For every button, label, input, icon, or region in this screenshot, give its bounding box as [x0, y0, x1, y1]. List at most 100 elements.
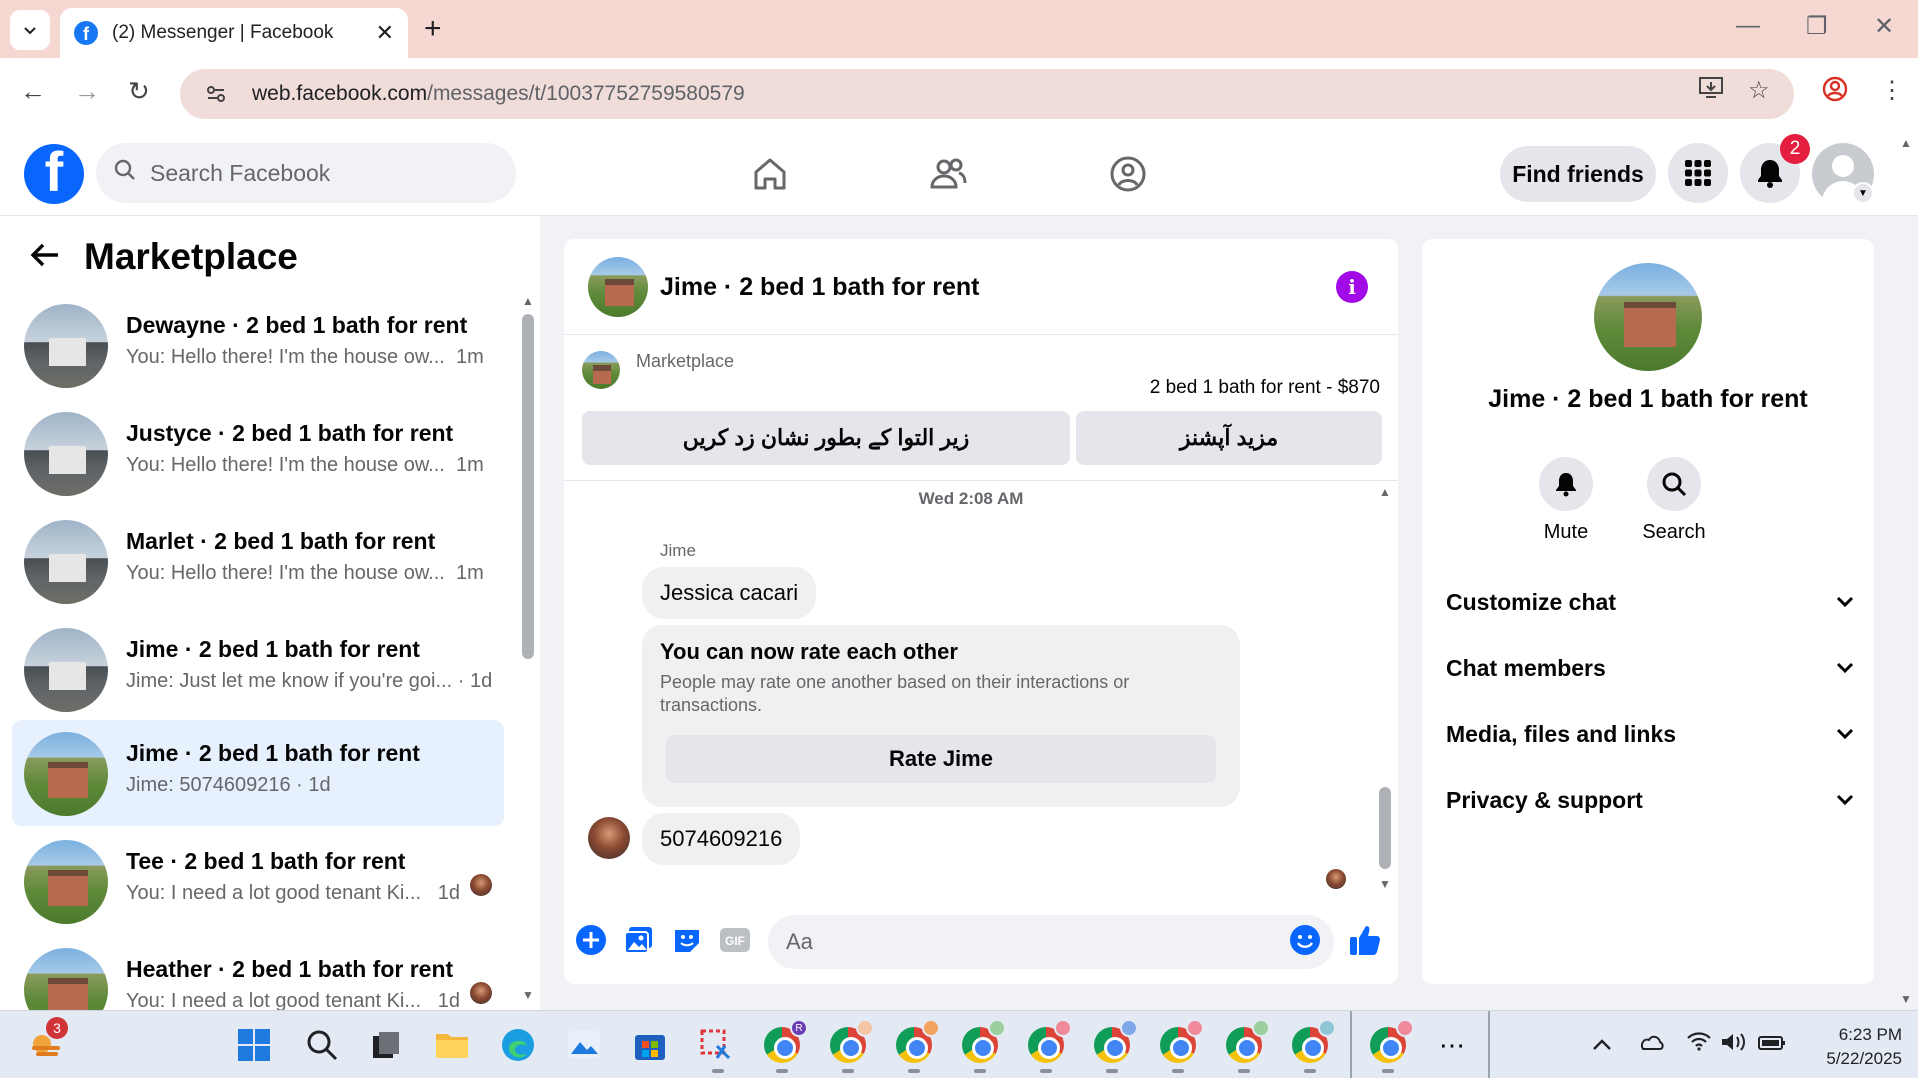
emoji-icon[interactable] [1288, 923, 1322, 957]
minimize-icon[interactable]: — [1736, 12, 1760, 40]
more-apps-icon[interactable]: ⋯ [1432, 1025, 1472, 1065]
bookmark-star-icon[interactable]: ☆ [1748, 76, 1770, 105]
site-settings-icon[interactable] [204, 82, 228, 106]
back-icon[interactable]: ← [20, 76, 46, 107]
store-icon[interactable] [630, 1025, 670, 1065]
onedrive-icon[interactable] [1636, 1031, 1664, 1057]
page-scroll-down-icon[interactable]: ▼ [1900, 992, 1912, 1006]
menu-grid-button[interactable] [1668, 143, 1728, 203]
volume-icon[interactable] [1720, 1031, 1748, 1059]
search-icon[interactable] [302, 1025, 342, 1065]
marketplace-listing-bar: Marketplace 2 bed 1 bath for rent - $870… [564, 335, 1398, 481]
account-chevron-icon[interactable]: ▼ [1852, 182, 1874, 204]
reload-icon[interactable]: ↻ [128, 76, 150, 107]
restore-icon[interactable]: ❐ [1806, 12, 1828, 41]
conversation-item[interactable]: Jime · 2 bed 1 bath for rent Jime: Just … [12, 616, 504, 722]
message-input[interactable]: Aa [768, 915, 1334, 969]
forward-icon[interactable]: → [74, 76, 100, 107]
list-scrollbar[interactable] [522, 314, 534, 659]
thumbs-up-icon[interactable] [1348, 923, 1382, 957]
wifi-icon[interactable] [1686, 1031, 1712, 1057]
chat-scrollbar[interactable] [1379, 787, 1391, 869]
scroll-down-icon[interactable]: ▼ [522, 988, 534, 1002]
search-conversation-button[interactable]: Search [1624, 457, 1724, 544]
section-label: Chat members [1446, 654, 1606, 681]
conversation-thumbnail [24, 304, 108, 388]
taskbar-separator [1488, 1011, 1490, 1078]
close-tab-icon[interactable]: ✕ [376, 20, 394, 46]
conversation-item[interactable]: Heather · 2 bed 1 bath for rent You: I n… [12, 936, 504, 1010]
section-label: Customize chat [1446, 588, 1616, 615]
chrome-profile-icon[interactable] [894, 1019, 940, 1065]
show-hidden-icons-icon[interactable] [1592, 1031, 1612, 1057]
facebook-favicon-icon: f [74, 21, 98, 45]
battery-icon[interactable] [1758, 1031, 1786, 1057]
photos-icon[interactable] [564, 1025, 604, 1065]
groups-icon[interactable] [1104, 150, 1152, 198]
privacy-support-section[interactable]: Privacy & support [1446, 775, 1854, 825]
snipping-tool-icon[interactable] [696, 1025, 736, 1065]
chat-title[interactable]: Jime · 2 bed 1 bath for rent [660, 273, 980, 302]
chat-avatar[interactable] [1594, 263, 1702, 371]
task-view-icon[interactable] [366, 1025, 406, 1065]
close-window-icon[interactable]: ✕ [1874, 12, 1894, 41]
start-icon[interactable] [234, 1025, 274, 1065]
edge-icon[interactable] [498, 1025, 538, 1065]
scroll-down-icon[interactable]: ▼ [1379, 877, 1391, 891]
back-arrow-icon[interactable] [30, 239, 60, 276]
chat-thumbnail[interactable] [588, 257, 648, 317]
chrome-profile-icon[interactable] [1092, 1019, 1138, 1065]
conversation-name: Heather · 2 bed 1 bath for rent [126, 956, 454, 982]
profile-icon[interactable] [1822, 76, 1848, 109]
rate-title: You can now rate each other [660, 639, 958, 664]
conversation-item[interactable]: Justyce · 2 bed 1 bath for rent You: Hel… [12, 400, 504, 506]
listing-price: 2 bed 1 bath for rent - $870 [1149, 377, 1380, 398]
tab-title: (2) Messenger | Facebook [112, 22, 334, 43]
chrome-profile-icon[interactable] [1368, 1019, 1414, 1065]
taskbar-separator [1350, 1011, 1352, 1078]
new-tab-button[interactable]: + [424, 12, 442, 46]
chrome-profile-icon[interactable]: R [762, 1019, 808, 1065]
scroll-up-icon[interactable]: ▲ [1379, 485, 1391, 499]
chrome-profile-icon[interactable] [828, 1019, 874, 1065]
sticker-icon[interactable] [670, 923, 704, 957]
install-app-icon[interactable] [1698, 76, 1724, 107]
page-scroll-up-icon[interactable]: ▲ [1900, 136, 1912, 150]
media-files-links-section[interactable]: Media, files and links [1446, 709, 1854, 759]
mark-pending-button[interactable]: زیر التوا کے بطور نشان زد کریں [582, 411, 1070, 465]
gif-icon[interactable]: GIF [718, 923, 752, 957]
system-clock[interactable]: 6:23 PM 5/22/2025 [1806, 1023, 1902, 1071]
conversation-item[interactable]: Marlet · 2 bed 1 bath for rent You: Hell… [12, 508, 504, 614]
chrome-profile-icon[interactable] [1224, 1019, 1270, 1065]
conversation-item[interactable]: Tee · 2 bed 1 bath for rent You: I need … [12, 828, 504, 934]
browser-menu-icon[interactable]: ⋮ [1880, 76, 1904, 105]
file-explorer-icon[interactable] [432, 1025, 472, 1065]
chrome-profile-icon[interactable] [1290, 1019, 1336, 1065]
mute-button[interactable]: Mute [1516, 457, 1616, 544]
home-icon[interactable] [746, 150, 794, 198]
facebook-logo[interactable]: f [24, 144, 84, 204]
chrome-profile-icon[interactable] [960, 1019, 1006, 1065]
rate-button[interactable]: Rate Jime [666, 735, 1216, 783]
message-bubble: Jessica cacari [642, 567, 817, 619]
chrome-profile-icon[interactable] [1158, 1019, 1204, 1065]
customize-chat-section[interactable]: Customize chat [1446, 577, 1854, 627]
chrome-profile-icon[interactable] [1026, 1019, 1072, 1065]
more-options-button[interactable]: مزید آپشنز [1076, 411, 1382, 465]
find-friends-button[interactable]: Find friends [1500, 146, 1656, 202]
taskbar-running-indicator [1106, 1069, 1118, 1073]
url-field[interactable]: web.facebook.com/messages/t/100377527595… [180, 69, 1794, 119]
chat-members-section[interactable]: Chat members [1446, 643, 1854, 693]
info-icon[interactable]: i [1336, 271, 1368, 303]
photo-icon[interactable] [622, 923, 656, 957]
conversation-item-active[interactable]: Jime · 2 bed 1 bath for rent Jime: 50746… [12, 720, 504, 826]
friends-icon[interactable] [924, 150, 972, 198]
tab-search-button[interactable] [10, 10, 50, 50]
facebook-search-input[interactable]: Search Facebook [96, 143, 516, 203]
conversation-name: Tee · 2 bed 1 bath for rent [126, 848, 406, 874]
plus-icon[interactable] [574, 923, 608, 957]
sender-avatar[interactable] [588, 817, 630, 859]
conversation-item[interactable]: Dewayne · 2 bed 1 bath for rent You: Hel… [12, 292, 504, 398]
browser-tab[interactable]: f (2) Messenger | Facebook ✕ [60, 8, 408, 58]
scroll-up-icon[interactable]: ▲ [522, 294, 534, 308]
